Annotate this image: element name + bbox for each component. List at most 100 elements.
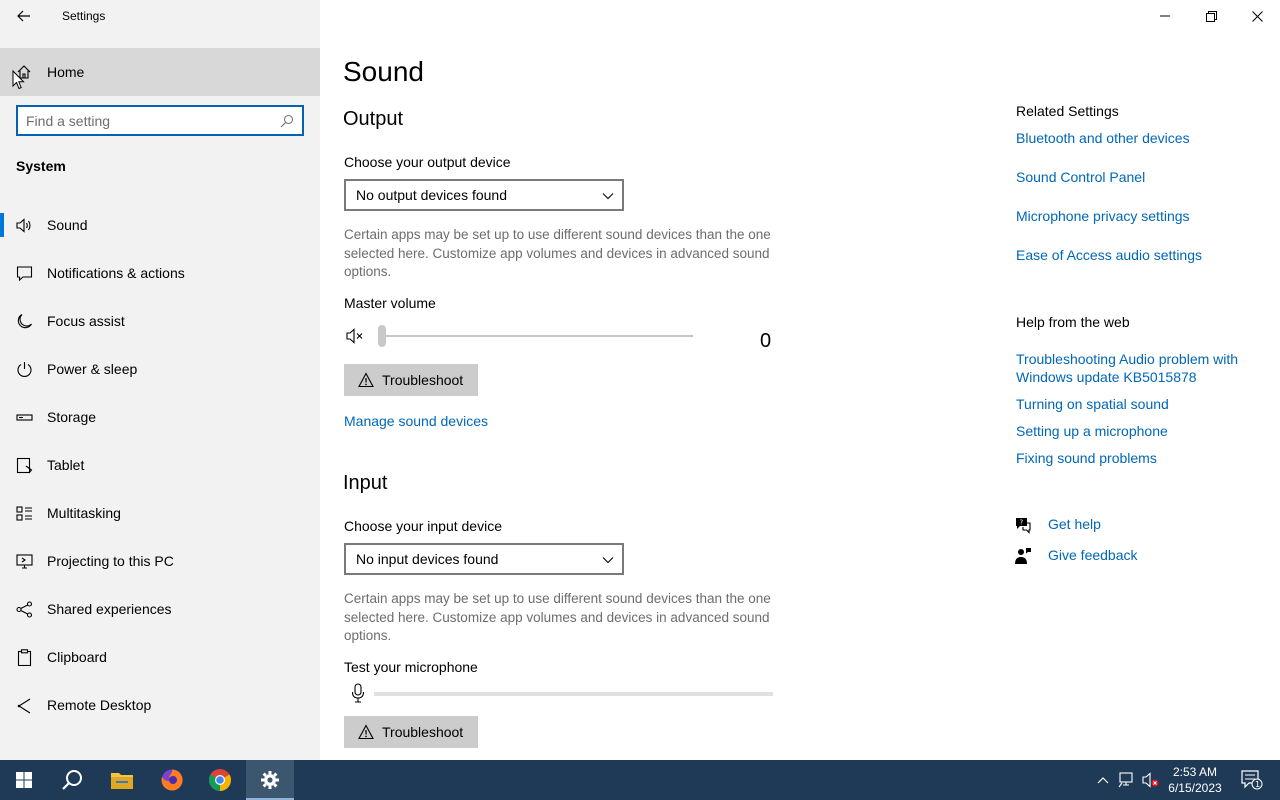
- input-description: Certain apps may be set up to use differ…: [344, 591, 771, 643]
- sidebar-item-notifications[interactable]: Notifications & actions: [0, 249, 320, 297]
- file-explorer-button[interactable]: [98, 760, 146, 800]
- sidebar-item-label: Clipboard: [47, 649, 107, 665]
- sidebar-item-label: Projecting to this PC: [47, 553, 174, 569]
- title-bar-left: Settings: [0, 0, 320, 32]
- network-tray-button[interactable]: [1116, 760, 1138, 800]
- sidebar-item-label: Remote Desktop: [47, 697, 152, 713]
- app-title: Settings: [62, 9, 106, 23]
- close-icon: [1251, 10, 1263, 22]
- settings-taskbar-button[interactable]: [246, 760, 294, 800]
- input-heading: Input: [343, 472, 388, 494]
- windows-logo-icon: [16, 772, 32, 788]
- sidebar-item-tablet[interactable]: Tablet: [0, 441, 320, 489]
- bluetooth-devices-link[interactable]: Bluetooth and other devices: [1016, 130, 1190, 146]
- input-troubleshoot-button[interactable]: Troubleshoot: [344, 716, 478, 748]
- sidebar-section-header: System: [16, 158, 66, 174]
- volume-tray-button[interactable]: [1140, 760, 1162, 800]
- sidebar-item-remote-desktop[interactable]: Remote Desktop: [0, 681, 320, 729]
- output-device-dropdown[interactable]: No output devices found: [344, 179, 624, 211]
- input-device-label: Choose your input device: [344, 518, 502, 534]
- chevron-up-icon: [1097, 777, 1109, 784]
- sidebar-item-label: Home: [47, 64, 85, 80]
- search-icon[interactable]: [280, 114, 294, 128]
- minimize-button[interactable]: [1142, 0, 1188, 32]
- folder-icon: [111, 773, 133, 789]
- power-icon: [16, 361, 33, 378]
- sidebar-item-home[interactable]: Home: [0, 48, 320, 96]
- window-controls: [1142, 0, 1280, 32]
- input-device-dropdown[interactable]: No input devices found: [344, 543, 624, 575]
- help-from-web-title: Help from the web: [1016, 314, 1130, 330]
- projecting-icon: [16, 553, 33, 570]
- give-feedback-link[interactable]: Give feedback: [1048, 547, 1138, 563]
- svg-text:?: ?: [1020, 519, 1024, 527]
- sidebar-item-sound[interactable]: Sound: [0, 201, 320, 249]
- master-volume-label: Master volume: [344, 295, 436, 311]
- back-button[interactable]: [8, 4, 40, 28]
- search-box[interactable]: [16, 105, 304, 136]
- sidebar-item-multitasking[interactable]: Multitasking: [0, 489, 320, 537]
- related-settings-title: Related Settings: [1016, 103, 1119, 119]
- sidebar-item-clipboard[interactable]: Clipboard: [0, 633, 320, 681]
- warning-icon: [358, 724, 374, 740]
- muted-speaker-icon[interactable]: [346, 328, 368, 344]
- sidebar-nav: Sound Notifications & actions Focus assi…: [0, 201, 320, 729]
- multitasking-icon: [16, 505, 33, 522]
- sidebar-item-storage[interactable]: Storage: [0, 393, 320, 441]
- ease-of-access-audio-link[interactable]: Ease of Access audio settings: [1016, 247, 1202, 263]
- sidebar-item-projecting[interactable]: Projecting to this PC: [0, 537, 320, 585]
- notification-count: 1: [1255, 780, 1260, 789]
- chrome-icon: [209, 769, 231, 791]
- sound-control-panel-link[interactable]: Sound Control Panel: [1016, 169, 1145, 185]
- show-hidden-icons-button[interactable]: [1092, 760, 1114, 800]
- network-icon: [1118, 772, 1133, 788]
- help-link-fixing-sound[interactable]: Fixing sound problems: [1016, 449, 1266, 467]
- manage-sound-devices-link[interactable]: Manage sound devices: [344, 413, 488, 429]
- sidebar-item-label: Multitasking: [47, 505, 121, 521]
- action-center-icon: 1: [1241, 770, 1263, 790]
- master-volume-value: 0: [760, 330, 772, 352]
- sidebar-item-focus-assist[interactable]: Focus assist: [0, 297, 320, 345]
- close-button[interactable]: [1234, 0, 1280, 32]
- sidebar-item-label: Shared experiences: [47, 601, 172, 617]
- feedback-person-icon: [1015, 548, 1031, 564]
- tablet-icon: [16, 457, 33, 474]
- microphone-privacy-link[interactable]: Microphone privacy settings: [1016, 208, 1190, 224]
- main-content: Sound Output Choose your output device N…: [320, 0, 1280, 760]
- search-icon: [62, 770, 82, 790]
- firefox-icon: [161, 769, 183, 791]
- taskbar-clock[interactable]: 2:53 AM 6/15/2023: [1160, 764, 1230, 796]
- warning-icon: [358, 372, 374, 388]
- output-device-label: Choose your output device: [344, 154, 511, 170]
- firefox-button[interactable]: [148, 760, 196, 800]
- help-link-setup-microphone[interactable]: Setting up a microphone: [1016, 422, 1266, 440]
- sidebar-item-shared-experiences[interactable]: Shared experiences: [0, 585, 320, 633]
- action-center-button[interactable]: 1: [1232, 760, 1272, 800]
- help-link-audio-problem[interactable]: Troubleshooting Audio problem with Windo…: [1016, 350, 1266, 386]
- search-input[interactable]: [26, 112, 276, 130]
- troubleshoot-label: Troubleshoot: [382, 372, 464, 388]
- master-volume-thumb[interactable]: [378, 325, 386, 347]
- moon-icon: [16, 313, 33, 330]
- restore-button[interactable]: [1188, 0, 1234, 32]
- gear-icon: [261, 771, 279, 789]
- remote-desktop-icon: [16, 697, 33, 714]
- sidebar-item-label: Sound: [47, 217, 88, 233]
- shared-experiences-icon: [16, 601, 33, 618]
- output-troubleshoot-button[interactable]: Troubleshoot: [344, 364, 478, 396]
- help-link-spatial-sound[interactable]: Turning on spatial sound: [1016, 395, 1266, 413]
- taskbar-search-button[interactable]: [48, 760, 96, 800]
- output-heading: Output: [343, 108, 404, 130]
- chrome-button[interactable]: [196, 760, 244, 800]
- get-help-link[interactable]: Get help: [1048, 516, 1101, 532]
- taskbar: 2:53 AM 6/15/2023 1: [0, 760, 1280, 800]
- microphone-icon: [351, 683, 365, 703]
- mouse-cursor-icon: [12, 70, 25, 90]
- chat-help-icon: ?: [1016, 518, 1031, 534]
- sidebar-item-power-sleep[interactable]: Power & sleep: [0, 345, 320, 393]
- master-volume-track[interactable]: [378, 335, 693, 337]
- volume-muted-icon: [1142, 772, 1159, 788]
- start-button[interactable]: [0, 760, 48, 800]
- minimize-icon: [1160, 15, 1170, 17]
- sidebar-item-label: Notifications & actions: [47, 265, 185, 281]
